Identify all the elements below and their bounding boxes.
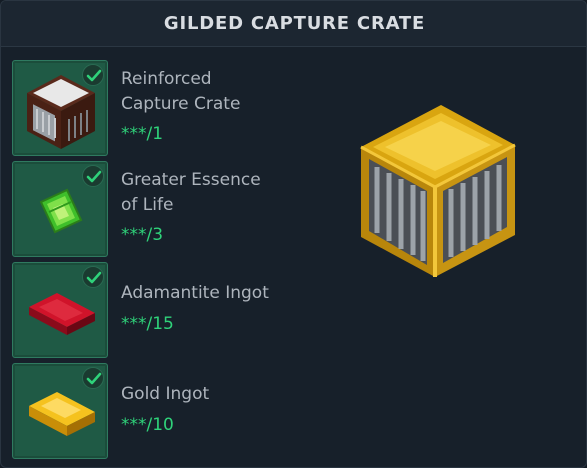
panel-title: GILDED CAPTURE CRATE [163,13,426,34]
ingredient-slot[interactable] [12,161,108,257]
ingredient-count: ***/10 [121,415,174,435]
ingredient-slot[interactable] [12,262,108,358]
checkmark-icon [86,271,102,284]
ingredient-row-reinforced-capture-crate[interactable]: Reinforced Capture Crate ***/1 [12,60,312,156]
complete-check [82,165,104,187]
ingredient-slot[interactable] [12,60,108,156]
ingredient-name: Adamantite Ingot [121,283,269,303]
ingredient-slot[interactable] [12,363,108,459]
ingredient-count: ***/1 [121,124,164,144]
ingredient-count: ***/3 [121,225,164,245]
panel-header: GILDED CAPTURE CRATE [1,1,586,47]
checkmark-icon [86,372,102,385]
crafting-panel: GILDED CAPTURE CRATE Reinforced Capture … [0,0,587,468]
checkmark-icon [86,69,102,82]
gilded-capture-crate-icon [360,105,516,277]
ingredient-count: ***/15 [121,314,174,334]
ingredient-row-adamantite-ingot[interactable]: Adamantite Ingot ***/15 [12,262,312,358]
ingredient-name: Greater Essence of Life [121,170,261,215]
ingredient-name: Reinforced Capture Crate [121,69,241,114]
ingredient-name: Gold Ingot [121,384,210,404]
ingredient-row-gold-ingot[interactable]: Gold Ingot ***/10 [12,363,312,459]
checkmark-icon [86,170,102,183]
complete-check [82,367,104,389]
ingredient-row-greater-essence-of-life[interactable]: Greater Essence of Life ***/3 [12,161,312,257]
complete-check [82,266,104,288]
complete-check [82,64,104,86]
